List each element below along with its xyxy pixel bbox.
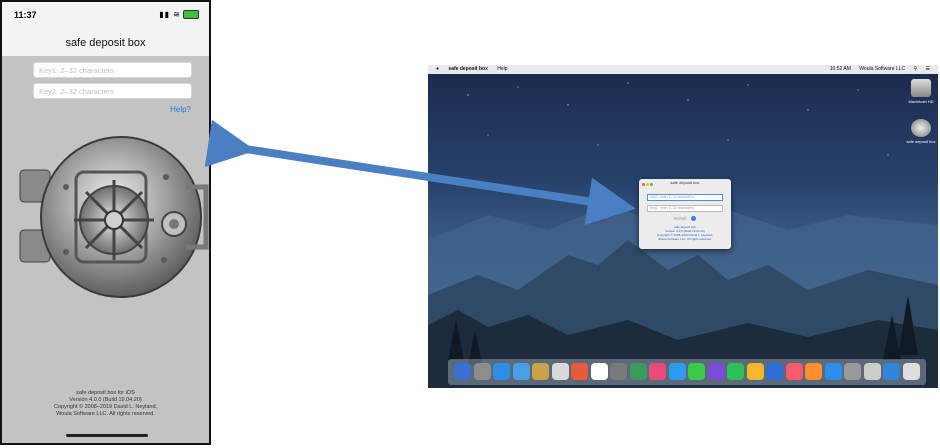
dock-app-icon[interactable] bbox=[902, 363, 920, 380]
dock-app-icon[interactable] bbox=[668, 363, 686, 380]
minimize-icon[interactable] bbox=[646, 183, 649, 186]
status-time: 11:37 bbox=[14, 10, 37, 20]
signal-wifi-battery-icon: ▮▮ ≋ bbox=[159, 10, 199, 20]
dock-app-icon[interactable] bbox=[766, 363, 783, 380]
ios-status-bar: 11:37 ▮▮ ≋ bbox=[2, 2, 209, 32]
dock-app-icon[interactable] bbox=[688, 363, 705, 380]
app-menu[interactable]: safe deposit box bbox=[448, 66, 487, 72]
dock-app-icon[interactable] bbox=[551, 363, 569, 380]
notification-center-icon[interactable]: ☰ bbox=[926, 66, 930, 72]
close-icon[interactable] bbox=[642, 183, 645, 186]
help-menu[interactable]: Help bbox=[497, 66, 507, 72]
zoom-icon[interactable] bbox=[650, 183, 653, 186]
home-indicator[interactable] bbox=[66, 434, 148, 437]
macos-menu-bar: ● safe deposit box Help 10:52 AM Woula S… bbox=[428, 65, 938, 74]
footer-line: Woula Software LLC. All rights reserved. bbox=[56, 411, 155, 417]
dock-app-icon[interactable] bbox=[863, 363, 881, 380]
footer-line: Copyright © 2008–2019 David L. Neyland, bbox=[53, 404, 158, 410]
dock bbox=[448, 359, 926, 385]
window-title-bar[interactable]: safe deposit box bbox=[639, 179, 731, 187]
dock-app-icon[interactable] bbox=[610, 363, 627, 380]
help-icon[interactable] bbox=[690, 216, 696, 221]
action-button[interactable]: Encrypt bbox=[674, 216, 686, 220]
key2-input[interactable]: Key2: 2–32 characters bbox=[33, 83, 192, 99]
dock-app-icon[interactable] bbox=[629, 363, 647, 380]
key1-input[interactable]: Key1: 2–32 characters bbox=[33, 62, 192, 78]
safe-deposit-box-window[interactable]: safe deposit box Key1: enter 2–32 charac… bbox=[639, 179, 731, 249]
macos-app-screenshot: ● safe deposit box Help 10:52 AM Woula S… bbox=[428, 65, 938, 388]
footer-line: Version 4.0.0 (Build 19.04.20) bbox=[69, 397, 142, 403]
dock-app-icon[interactable] bbox=[727, 363, 744, 380]
dock-app-icon[interactable] bbox=[649, 363, 666, 380]
menubar-clock[interactable]: 10:52 AM bbox=[830, 66, 851, 72]
dock-app-icon[interactable] bbox=[824, 363, 842, 380]
about-text: safe deposit box Version 4.0.0 (Build 19… bbox=[656, 225, 714, 241]
hard-drive-icon bbox=[911, 79, 931, 97]
spotlight-icon[interactable]: ⚲ bbox=[913, 66, 917, 72]
dock-app-icon[interactable] bbox=[707, 363, 725, 380]
dock-app-icon[interactable] bbox=[785, 363, 803, 380]
dock-app-icon[interactable] bbox=[571, 363, 588, 380]
dock-app-icon[interactable] bbox=[512, 363, 530, 380]
desktop-icon-macintosh-hd[interactable]: Macintosh HD bbox=[906, 79, 936, 104]
dock-app-icon[interactable] bbox=[590, 363, 608, 380]
dock-app-icon[interactable] bbox=[532, 363, 549, 380]
battery-icon bbox=[183, 10, 199, 20]
dock-app-icon[interactable] bbox=[883, 363, 900, 380]
help-link[interactable]: Help? bbox=[170, 105, 191, 114]
menubar-user[interactable]: Woula Software LLC bbox=[859, 66, 905, 72]
ios-app-screenshot: 11:37 ▮▮ ≋ safe deposit box Key1: 2–32 c… bbox=[0, 0, 211, 445]
dock-app-icon[interactable] bbox=[844, 363, 861, 380]
dock-app-icon[interactable] bbox=[493, 363, 510, 380]
ios-footer: safe deposit box for iOS Version 4.0.0 (… bbox=[2, 390, 209, 418]
apple-menu-icon[interactable]: ● bbox=[436, 66, 439, 72]
dock-app-icon[interactable] bbox=[473, 363, 491, 380]
dock-app-icon[interactable] bbox=[454, 363, 471, 380]
nav-title: safe deposit box bbox=[2, 32, 209, 56]
key1-field[interactable]: Key1: enter 2–32 characters bbox=[647, 194, 723, 201]
key2-field[interactable]: Key2: enter 2–32 characters bbox=[647, 205, 723, 212]
vault-door-icon[interactable] bbox=[16, 132, 211, 302]
desktop-icon-safe-deposit-box[interactable]: safe deposit box bbox=[906, 119, 936, 144]
dock-app-icon[interactable] bbox=[805, 363, 822, 380]
window-title: safe deposit box bbox=[670, 180, 700, 185]
footer-line: safe deposit box for iOS bbox=[76, 390, 135, 396]
vault-app-icon bbox=[911, 119, 931, 137]
dock-app-icon[interactable] bbox=[746, 363, 764, 380]
